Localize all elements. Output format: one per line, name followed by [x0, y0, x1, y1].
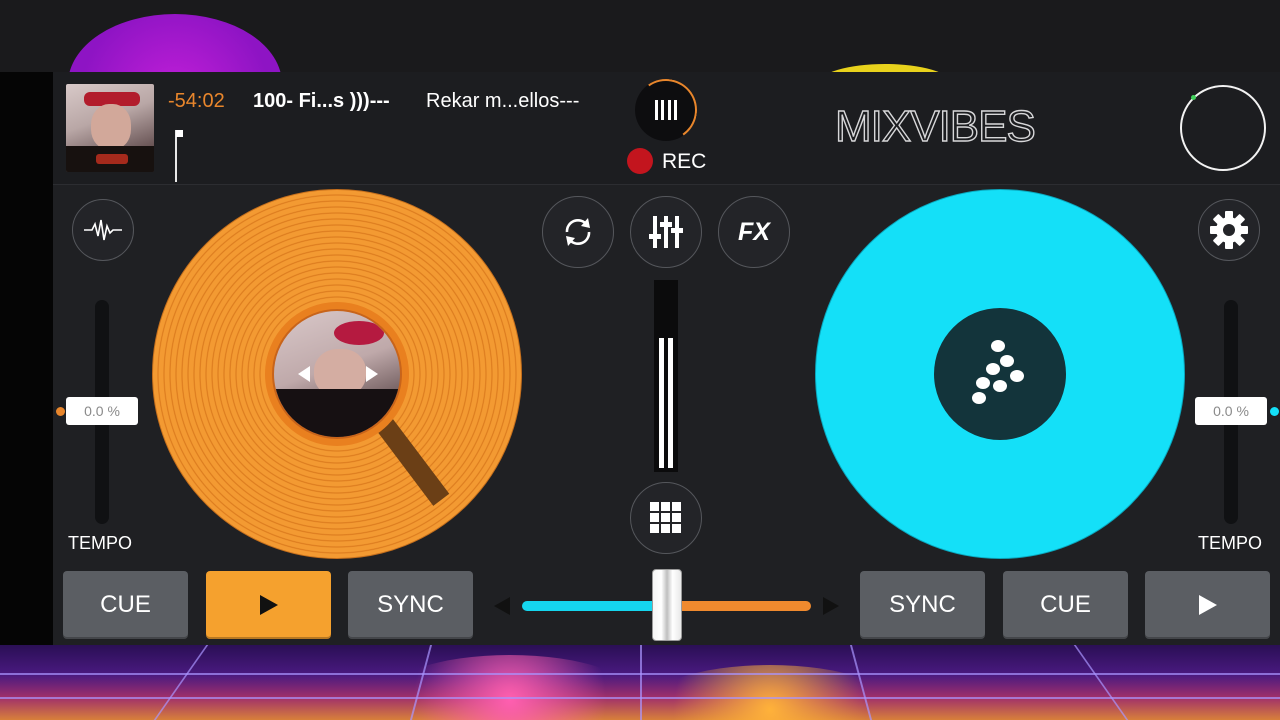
deck-b-sync-button[interactable]: SYNC: [860, 571, 985, 639]
mixer-bar: [655, 100, 658, 120]
play-icon: [1198, 595, 1217, 615]
logo-dot: [1000, 355, 1014, 367]
background-left-strip: [0, 72, 53, 645]
deck-a-cue-button[interactable]: CUE: [63, 571, 188, 639]
deck-a-cue-label: CUE: [100, 591, 151, 618]
deck-a-cue-flag: [176, 130, 183, 137]
record-label[interactable]: REC: [662, 150, 706, 174]
deck-a-track-artist: Rekar m...ellos---: [426, 90, 580, 112]
logo-dot: [1010, 370, 1024, 382]
crossfader-left-arrow-icon[interactable]: [494, 597, 510, 615]
mixer-bars-icon[interactable]: [630, 74, 702, 146]
mixer-bar: [667, 100, 671, 120]
sampler-grid-icon[interactable]: [630, 482, 702, 554]
fx-button[interactable]: FX: [718, 196, 790, 268]
grid-line: [640, 645, 642, 720]
top-bar: -54:02 100- Fi...s )))--- Rekar m...ello…: [53, 72, 1280, 185]
record-button[interactable]: [627, 148, 653, 174]
deck-b-record-label: [934, 308, 1066, 440]
waveform-icon-svg: [84, 219, 122, 241]
deck-a-platter[interactable]: [152, 189, 522, 559]
pitch-bend-left-icon[interactable]: [298, 366, 310, 382]
background-pink-shape: [68, 14, 282, 72]
deck-a-sync-button[interactable]: SYNC: [348, 571, 473, 639]
fx-label: FX: [738, 217, 770, 246]
pitch-bend-right-icon[interactable]: [366, 366, 378, 382]
label-detail: [334, 321, 384, 345]
deck-a-track-title: 100- Fi...s )))---: [253, 90, 390, 112]
deck-b-cue-label: CUE: [1040, 591, 1091, 618]
logo-dot: [972, 392, 986, 404]
crossfader-track-deck-a[interactable]: [522, 601, 665, 611]
deck-a-album-art[interactable]: [66, 84, 154, 172]
deck-a-tempo-center-marker: [56, 407, 65, 416]
deck-a-time-remaining: -54:02: [168, 90, 225, 112]
mixer-bar: [673, 100, 677, 120]
album-art-detail: [91, 104, 131, 150]
dj-app: -54:02 100- Fi...s )))--- Rekar m...ello…: [53, 72, 1280, 645]
deck-a-tempo-label: TEMPO: [68, 533, 133, 553]
gear-icon[interactable]: [1198, 199, 1260, 261]
equalizer-sliders-icon[interactable]: [630, 196, 702, 268]
mixer-bars: [655, 100, 677, 120]
waveform-icon[interactable]: [72, 199, 134, 261]
level-bar-left: [659, 338, 664, 468]
sync-loop-icon[interactable]: [542, 196, 614, 268]
deck-a-sync-label: SYNC: [377, 591, 444, 618]
deck-b-tempo-center-marker: [1270, 407, 1279, 416]
logo-dot: [993, 380, 1007, 392]
deck-b-tempo-label: TEMPO: [1198, 533, 1263, 553]
deck-a-record-label: [272, 309, 402, 439]
deck-a-waveform-playhead[interactable]: [175, 130, 177, 182]
background-top: [0, 0, 1280, 72]
deck-a-tempo-handle[interactable]: 0.0 %: [66, 397, 138, 425]
deck-b-sync-label: SYNC: [889, 591, 956, 618]
sliders-svg: [649, 216, 683, 248]
brand-logo: MIXVIBES: [834, 101, 1036, 151]
deck-b-cue-button[interactable]: CUE: [1003, 571, 1128, 639]
gear-icon-svg: [1210, 211, 1248, 249]
loop-arrows-svg: [565, 218, 591, 246]
deck-b-play-button[interactable]: [1145, 571, 1270, 639]
background-neon-grid: [0, 645, 1280, 720]
grid-line: [153, 645, 209, 720]
album-art-detail: [96, 154, 128, 164]
master-volume-knob[interactable]: [1180, 85, 1266, 171]
label-detail: [274, 389, 400, 437]
mixer-bar: [661, 100, 665, 120]
logo-dot: [986, 363, 1000, 375]
logo-dot: [976, 377, 990, 389]
deck-a-play-button[interactable]: [206, 571, 331, 639]
knob-indicator: [1191, 95, 1196, 100]
deck-b-platter[interactable]: [815, 189, 1185, 559]
logo-dot: [991, 340, 1005, 352]
level-bar-right: [668, 338, 673, 468]
crossfader-track-deck-b[interactable]: [665, 601, 811, 611]
play-icon: [259, 595, 278, 615]
crossfader-right-arrow-icon[interactable]: [823, 597, 839, 615]
master-level-meter: [654, 280, 678, 472]
grid-svg: [650, 502, 681, 533]
deck-b-tempo-handle[interactable]: 0.0 %: [1195, 397, 1267, 425]
grid-line: [1073, 645, 1129, 720]
crossfader-handle[interactable]: [652, 569, 682, 641]
